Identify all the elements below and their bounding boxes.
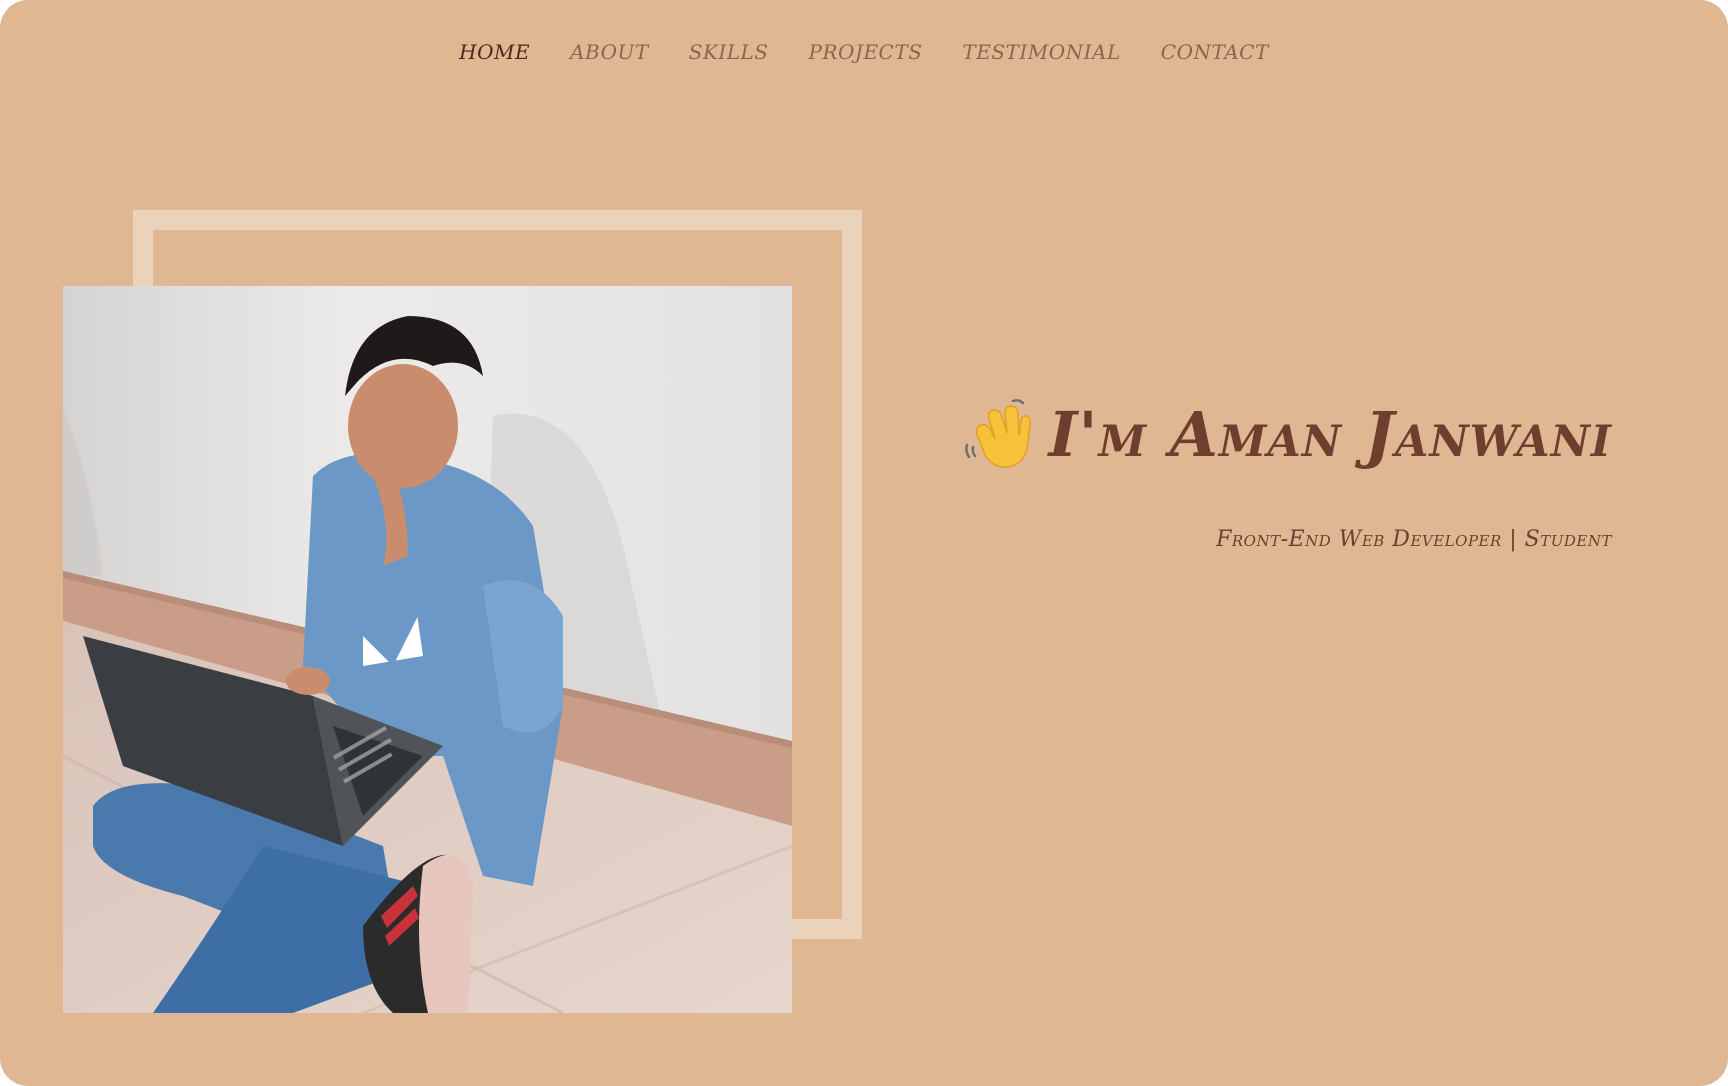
nav-skills[interactable]: Skills xyxy=(689,40,769,64)
app-window: Home About Skills Projects Testimonial C… xyxy=(0,0,1728,1086)
hero-section: I'm Aman Janwani Front-End Web Developer… xyxy=(961,398,1612,552)
nav-about[interactable]: About xyxy=(570,40,649,64)
profile-photo xyxy=(63,286,792,1013)
nav-contact[interactable]: Contact xyxy=(1161,40,1269,64)
hero-title: I'm Aman Janwani xyxy=(961,398,1612,471)
nav-home[interactable]: Home xyxy=(459,40,530,64)
waving-hand-icon xyxy=(961,398,1033,471)
hero-subtitle: Front-End Web Developer | Student xyxy=(1216,527,1612,552)
hero-title-text: I'm Aman Janwani xyxy=(1048,398,1612,471)
nav-testimonial[interactable]: Testimonial xyxy=(962,40,1120,64)
main-nav: Home About Skills Projects Testimonial C… xyxy=(0,40,1728,64)
nav-projects[interactable]: Projects xyxy=(809,40,923,64)
